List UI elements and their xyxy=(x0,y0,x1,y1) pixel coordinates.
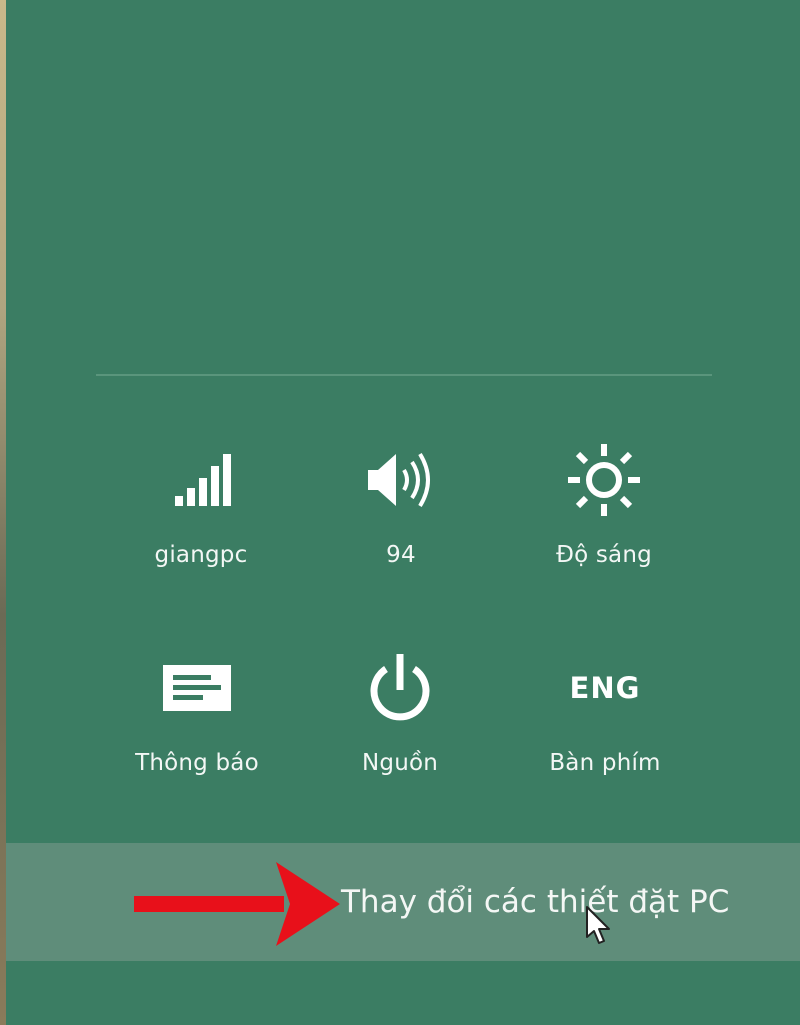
divider xyxy=(96,374,712,376)
volume-label: 94 xyxy=(386,542,416,568)
brightness-label: Độ sáng xyxy=(556,542,652,568)
notifications-label: Thông báo xyxy=(135,750,259,776)
power-icon xyxy=(360,648,440,728)
change-pc-settings-link[interactable]: Thay đổi các thiết đặt PC xyxy=(341,884,729,920)
keyboard-tile[interactable]: ENG Bàn phím xyxy=(505,648,705,788)
network-tile[interactable]: giangpc xyxy=(101,440,301,580)
notifications-tile[interactable]: Thông báo xyxy=(97,648,297,788)
notification-icon xyxy=(157,648,237,728)
mouse-cursor-icon xyxy=(585,905,613,951)
sun-icon xyxy=(564,440,644,520)
keyboard-language-icon: ENG xyxy=(565,648,645,728)
brightness-tile[interactable]: Độ sáng xyxy=(504,440,704,580)
power-tile[interactable]: Nguồn xyxy=(300,648,500,788)
red-arrow-annotation xyxy=(130,858,342,954)
volume-tile[interactable]: 94 xyxy=(301,440,501,580)
keyboard-language-text: ENG xyxy=(569,671,641,705)
network-label: giangpc xyxy=(154,542,248,568)
power-label: Nguồn xyxy=(361,750,439,776)
keyboard-label: Bàn phím xyxy=(549,750,661,776)
wifi-signal-icon xyxy=(161,440,241,520)
speaker-icon xyxy=(361,440,441,520)
